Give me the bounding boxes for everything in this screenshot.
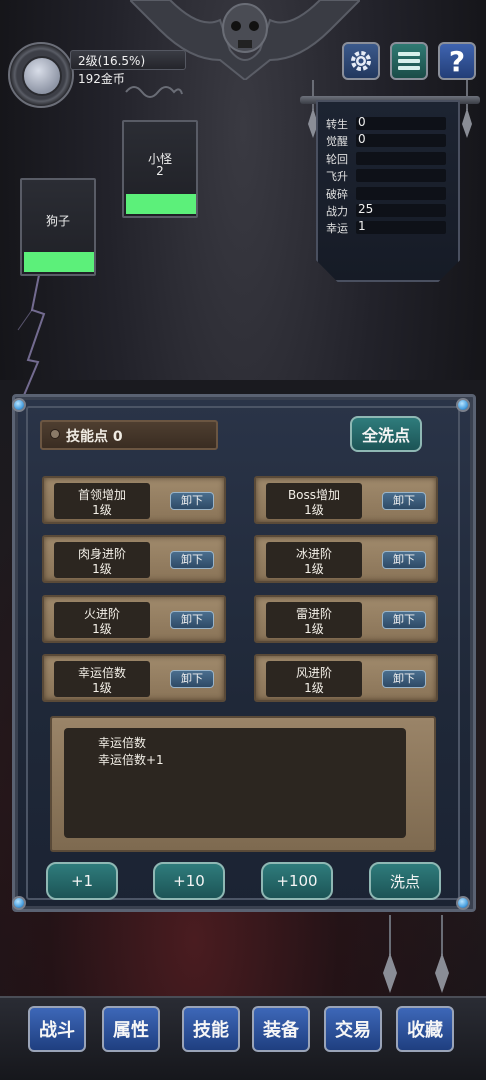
stat-label: 转生 bbox=[326, 118, 348, 131]
nav-attributes[interactable]: 属性 bbox=[102, 1006, 160, 1052]
gear-icon bbox=[351, 51, 371, 71]
spike-decoration bbox=[462, 80, 472, 138]
skill-card[interactable]: 冰进阶 1级 卸下 bbox=[254, 535, 438, 583]
add-10-button[interactable]: +10 bbox=[153, 862, 225, 900]
stat-value: 1 bbox=[358, 219, 366, 233]
stat-row-luck: 幸运 1 bbox=[326, 219, 446, 235]
wash-all-button[interactable]: 全洗点 bbox=[350, 416, 422, 452]
skill-level: 1级 bbox=[92, 681, 112, 695]
unequip-button[interactable]: 卸下 bbox=[382, 551, 426, 569]
stat-track bbox=[356, 221, 446, 234]
monster-card[interactable]: 小怪 2 bbox=[122, 120, 198, 218]
monster-card[interactable]: 狗子 bbox=[20, 178, 96, 276]
skill-card[interactable]: 雷进阶 1级 卸下 bbox=[254, 595, 438, 643]
avatar[interactable] bbox=[22, 56, 62, 96]
swirl-decoration bbox=[125, 86, 183, 98]
unequip-button[interactable]: 卸下 bbox=[170, 492, 214, 510]
stat-label: 破碎 bbox=[326, 188, 348, 201]
stat-label: 轮回 bbox=[326, 153, 348, 166]
monster-name: 狗子 bbox=[45, 214, 70, 228]
skill-name-box: 火进阶 1级 bbox=[54, 602, 150, 638]
stat-label: 幸运 bbox=[326, 222, 348, 235]
add-1-button[interactable]: +1 bbox=[46, 862, 118, 900]
nav-collection[interactable]: 收藏 bbox=[396, 1006, 454, 1052]
stat-value: 25 bbox=[358, 202, 374, 216]
gem-icon bbox=[12, 896, 26, 910]
stat-track bbox=[356, 187, 446, 200]
stat-row-shatter: 破碎 bbox=[326, 186, 446, 201]
skill-level: 1级 bbox=[92, 562, 112, 576]
stat-value: 0 bbox=[358, 132, 366, 146]
unequip-button[interactable]: 卸下 bbox=[382, 670, 426, 688]
monster-hp-bar bbox=[126, 194, 196, 214]
stat-track bbox=[356, 134, 446, 147]
stat-row-reincarnation: 轮回 bbox=[326, 151, 446, 166]
skill-card[interactable]: Boss增加 1级 卸下 bbox=[254, 476, 438, 524]
skill-card[interactable]: 火进阶 1级 卸下 bbox=[42, 595, 226, 643]
nav-equipment[interactable]: 装备 bbox=[252, 1006, 310, 1052]
skill-card[interactable]: 首领增加 1级 卸下 bbox=[42, 476, 226, 524]
spike-decoration bbox=[435, 915, 449, 993]
description-title: 幸运倍数 bbox=[98, 736, 147, 750]
stat-label: 觉醒 bbox=[326, 135, 348, 148]
monster-hp-bar bbox=[24, 252, 94, 272]
unequip-button[interactable]: 卸下 bbox=[170, 670, 214, 688]
gem-icon bbox=[456, 398, 470, 412]
skill-name-box: 雷进阶 1级 bbox=[266, 602, 362, 638]
unequip-button[interactable]: 卸下 bbox=[170, 611, 214, 629]
skill-name-box: 肉身进阶 1级 bbox=[54, 542, 150, 578]
stat-row-ascend: 飞升 bbox=[326, 168, 446, 183]
nav-battle[interactable]: 战斗 bbox=[28, 1006, 86, 1052]
nail-icon bbox=[50, 429, 60, 439]
stat-row-power: 战力 25 bbox=[326, 202, 446, 218]
menu-icon bbox=[398, 52, 420, 70]
skill-level: 1级 bbox=[304, 503, 324, 517]
nav-skills[interactable]: 技能 bbox=[182, 1006, 240, 1052]
unequip-button[interactable]: 卸下 bbox=[382, 492, 426, 510]
level-text: 2级(16.5%) bbox=[78, 54, 146, 68]
gem-icon bbox=[12, 398, 26, 412]
gold-text: 192金币 bbox=[78, 72, 125, 86]
stat-value: 0 bbox=[358, 115, 366, 129]
lightning-decoration bbox=[17, 270, 46, 400]
skill-name-box: 冰进阶 1级 bbox=[266, 542, 362, 578]
skill-level: 1级 bbox=[92, 622, 112, 636]
stat-label: 飞升 bbox=[326, 170, 348, 183]
skill-name-box: 幸运倍数 1级 bbox=[54, 661, 150, 697]
stat-row-rebirth: 转生 0 bbox=[326, 115, 446, 131]
help-icon: ? bbox=[448, 44, 466, 78]
skill-name-box: 首领增加 1级 bbox=[54, 483, 150, 519]
skill-name-box: Boss增加 1级 bbox=[266, 483, 362, 519]
menu-button[interactable] bbox=[390, 42, 428, 80]
unequip-button[interactable]: 卸下 bbox=[382, 611, 426, 629]
description-effect: 幸运倍数+1 bbox=[98, 753, 164, 767]
wash-button[interactable]: 洗点 bbox=[369, 862, 441, 900]
skill-card[interactable]: 幸运倍数 1级 卸下 bbox=[42, 654, 226, 702]
skill-level: 1级 bbox=[304, 681, 324, 695]
skill-level: 1级 bbox=[304, 562, 324, 576]
help-button[interactable]: ? bbox=[438, 42, 476, 80]
spike-decoration bbox=[383, 915, 397, 993]
skill-name-box: 风进阶 1级 bbox=[266, 661, 362, 697]
nav-trade[interactable]: 交易 bbox=[324, 1006, 382, 1052]
stat-track bbox=[356, 152, 446, 165]
add-100-button[interactable]: +100 bbox=[261, 862, 333, 900]
gem-icon bbox=[456, 896, 470, 910]
stat-label: 战力 bbox=[326, 205, 348, 218]
skill-card[interactable]: 肉身进阶 1级 卸下 bbox=[42, 535, 226, 583]
skill-level: 1级 bbox=[304, 622, 324, 636]
stat-row-awaken: 觉醒 0 bbox=[326, 132, 446, 148]
unequip-button[interactable]: 卸下 bbox=[170, 551, 214, 569]
stat-track bbox=[356, 169, 446, 182]
stat-track bbox=[356, 117, 446, 130]
settings-button[interactable] bbox=[342, 42, 380, 80]
skill-points-text: 技能点 0 bbox=[66, 429, 123, 445]
monster-count: 2 bbox=[156, 164, 164, 178]
skill-level: 1级 bbox=[92, 503, 112, 517]
skill-card[interactable]: 风进阶 1级 卸下 bbox=[254, 654, 438, 702]
